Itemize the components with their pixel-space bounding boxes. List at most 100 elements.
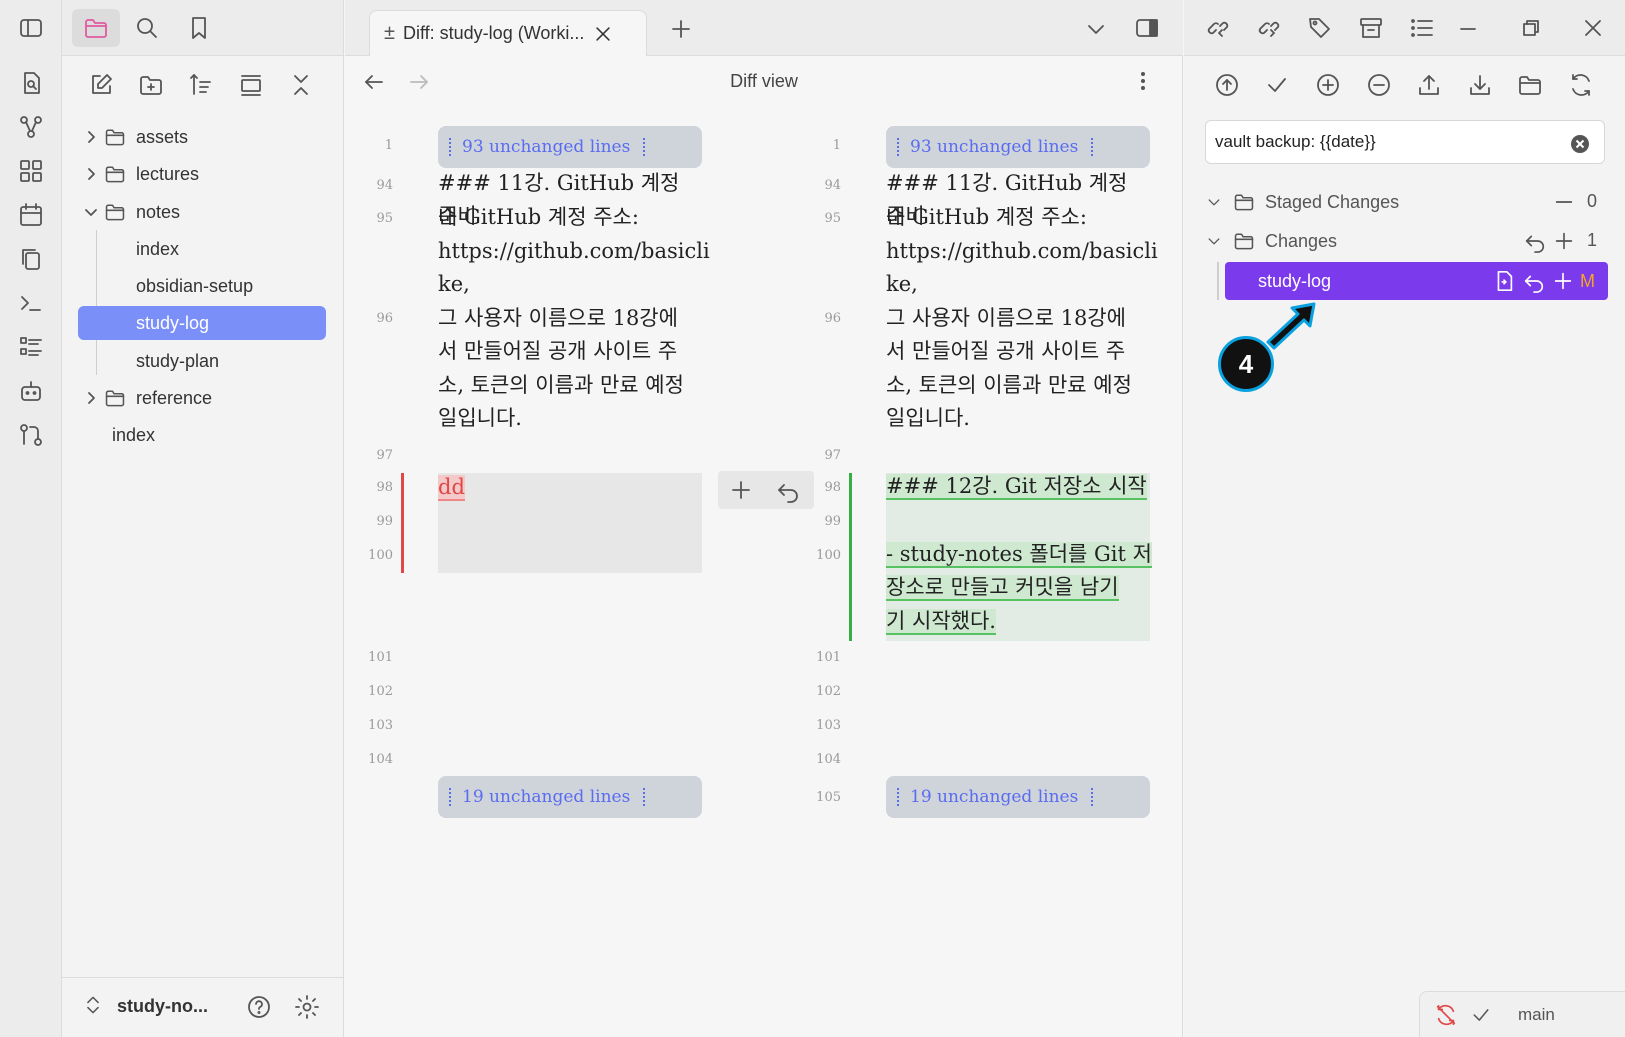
unchanged-lines-fold-bottom[interactable]: 19 unchanged lines (438, 776, 702, 818)
help-icon[interactable] (246, 994, 272, 1020)
line-number: 103 (368, 718, 393, 733)
tree-item-label: lectures (136, 163, 200, 184)
copy-icon[interactable] (18, 246, 44, 272)
close-window-icon[interactable] (1578, 13, 1608, 43)
restore-window-icon[interactable] (1516, 13, 1546, 43)
vault-switcher-icon[interactable] (82, 994, 104, 1016)
tab-diff-study-log[interactable]: ± Diff: study-log (Worki... (369, 10, 647, 56)
unchanged-lines-fold-bottom[interactable]: 19 unchanged lines (886, 776, 1150, 818)
tree-file-index[interactable]: index (118, 232, 179, 266)
pull-download-icon[interactable] (1465, 70, 1495, 100)
unstage-all-minus-icon[interactable] (1552, 190, 1576, 214)
open-folder-icon[interactable] (1515, 70, 1545, 100)
archive-icon[interactable] (1356, 13, 1386, 43)
tree-folder-lectures[interactable]: lectures (82, 157, 199, 191)
graph-view-icon[interactable] (18, 114, 44, 140)
open-file-icon[interactable] (1492, 269, 1516, 293)
stage-chunk-plus-icon[interactable] (728, 477, 754, 503)
branch-name[interactable]: main (1518, 1005, 1555, 1025)
files-tab[interactable] (72, 9, 120, 47)
tree-file-obsidian-setup[interactable]: obsidian-setup (118, 269, 253, 303)
staged-changes-group[interactable]: Staged Changes 0 (1205, 186, 1607, 218)
minimize-icon[interactable] (1453, 13, 1483, 43)
list-icon[interactable] (18, 334, 44, 360)
stage-all-icon[interactable] (1313, 70, 1343, 100)
addition-marker (849, 473, 852, 641)
terminal-icon[interactable] (18, 290, 44, 316)
dashboard-icon[interactable] (18, 158, 44, 184)
refresh-icon[interactable] (1566, 70, 1596, 100)
bot-icon[interactable] (18, 378, 44, 404)
tree-item-label: assets (136, 126, 189, 147)
stage-file-plus-icon[interactable] (1551, 269, 1575, 293)
right-sidebar-toggle-icon[interactable] (1134, 15, 1160, 41)
unstage-all-icon[interactable] (1364, 70, 1394, 100)
auto-reveal-icon[interactable] (236, 70, 266, 100)
staged-changes-label: Staged Changes (1265, 191, 1400, 212)
line-number: 100 (816, 548, 841, 563)
folder-icon (1234, 194, 1254, 211)
outline-list-icon[interactable] (1407, 13, 1437, 43)
search-note-icon[interactable] (18, 70, 44, 96)
revert-chunk-undo-icon[interactable] (775, 477, 801, 503)
line-number: 95 (824, 211, 841, 226)
tree-folder-reference[interactable]: reference (82, 381, 212, 415)
clear-input-icon[interactable] (1570, 134, 1590, 154)
unchanged-lines-fold[interactable]: 93 unchanged lines (886, 126, 1150, 168)
tree-guide-line (1217, 262, 1219, 300)
search-icon[interactable] (132, 13, 162, 43)
bookmark-icon[interactable] (184, 13, 214, 43)
file-status-badge: M (1580, 271, 1595, 291)
push-circle-icon[interactable] (1212, 70, 1242, 100)
folder-icon (105, 129, 125, 146)
discard-file-undo-icon[interactable] (1522, 269, 1546, 293)
git-compare-icon[interactable] (18, 422, 44, 448)
close-icon[interactable] (592, 23, 614, 45)
line-number: 101 (816, 650, 841, 665)
link-out-icon[interactable] (1254, 13, 1284, 43)
vault-name[interactable]: study-no... (117, 996, 208, 1017)
line-number: 98 (824, 480, 841, 495)
tree-folder-assets[interactable]: assets (82, 120, 188, 154)
more-options-icon[interactable] (1130, 68, 1156, 94)
commit-message-input[interactable] (1205, 120, 1605, 164)
grip-icon (1091, 788, 1094, 806)
commit-check-icon[interactable] (1262, 70, 1292, 100)
diff-line-95c: ke, (886, 272, 918, 296)
changes-group[interactable]: Changes 1 (1205, 225, 1607, 257)
step-number-badge: 4 (1218, 336, 1274, 392)
deletion-marker (401, 473, 404, 573)
tree-folder-notes[interactable]: notes (82, 195, 180, 229)
source-control-panel: Staged Changes 0 Changes 1 study-log M 4… (1184, 0, 1625, 1037)
diff-line-96d: 일입니다. (886, 406, 970, 430)
collapse-all-icon[interactable] (286, 70, 316, 100)
line-number: 102 (816, 684, 841, 699)
unchanged-lines-fold[interactable]: 93 unchanged lines (438, 126, 702, 168)
line-number: 96 (376, 311, 393, 326)
link-in-icon[interactable] (1203, 13, 1233, 43)
new-tab-icon[interactable] (668, 16, 694, 42)
new-folder-icon[interactable] (136, 70, 166, 100)
added-line-a-span: - study-notes 폴더를 Git 저 (886, 542, 1152, 568)
added-line-c: 기 시작했다. (886, 605, 996, 638)
chevron-down-icon[interactable] (1083, 16, 1109, 42)
sort-icon[interactable] (186, 70, 216, 100)
status-check-icon[interactable] (1470, 1004, 1492, 1026)
unchanged-lines-label: 19 unchanged lines (910, 787, 1079, 807)
sidebar-toggle-icon[interactable] (18, 15, 44, 41)
new-note-icon[interactable] (86, 70, 116, 100)
tree-file-index-root[interactable]: index (112, 418, 155, 452)
sync-off-icon[interactable] (1434, 1003, 1458, 1027)
changed-file-study-log[interactable]: study-log M (1225, 262, 1608, 300)
discard-all-undo-icon[interactable] (1523, 229, 1547, 253)
line-number: 1 (384, 138, 393, 153)
settings-gear-icon[interactable] (294, 994, 320, 1020)
tags-icon[interactable] (1305, 13, 1335, 43)
stage-all-plus-icon[interactable] (1552, 229, 1576, 253)
tree-file-study-log[interactable]: study-log (78, 306, 326, 340)
calendar-icon[interactable] (18, 202, 44, 228)
tree-file-study-plan[interactable]: study-plan (118, 344, 219, 378)
folder-open-icon (1234, 233, 1254, 250)
push-upload-icon[interactable] (1414, 70, 1444, 100)
diff-line-95a: 내 GitHub 계정 주소: (886, 205, 1087, 229)
